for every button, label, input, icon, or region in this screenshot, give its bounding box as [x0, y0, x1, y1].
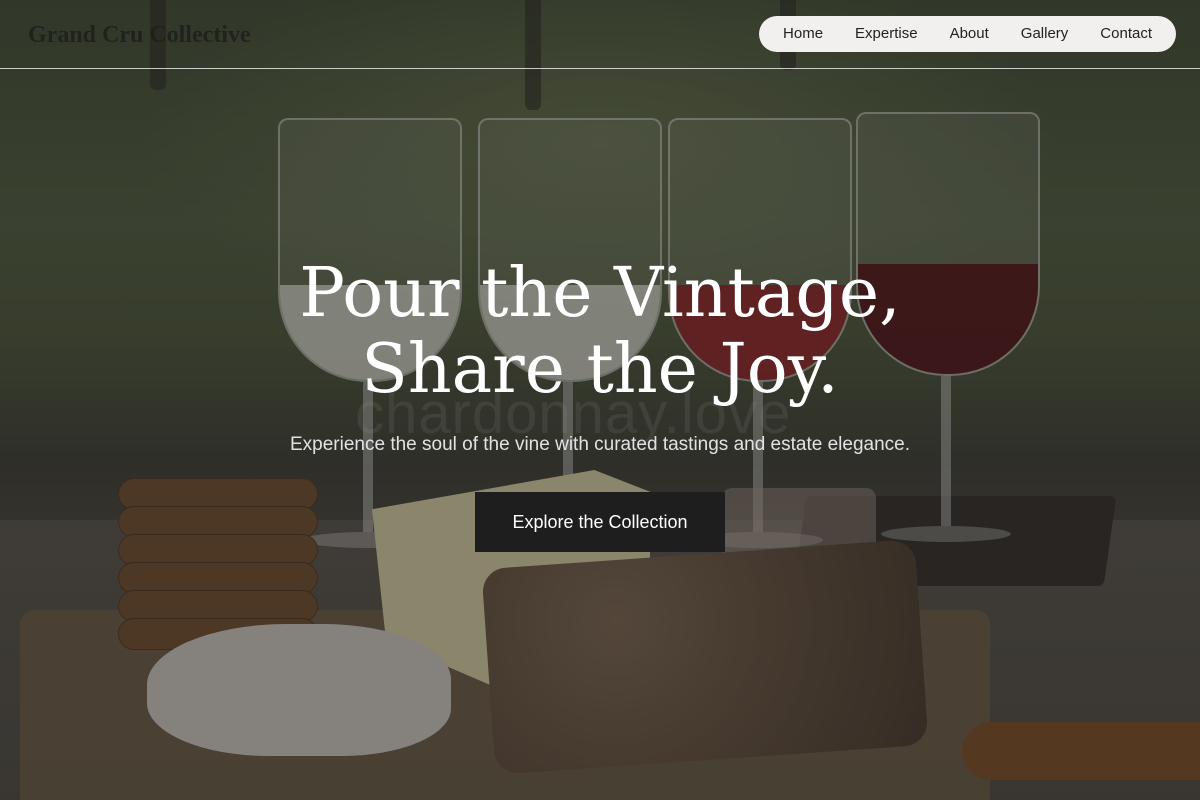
- hero-subtitle: Experience the soul of the vine with cur…: [289, 434, 910, 455]
- explore-collection-button[interactable]: Explore the Collection: [475, 492, 725, 552]
- nav-link-home[interactable]: Home: [767, 16, 839, 52]
- main-nav: Home Expertise About Gallery Contact: [759, 16, 1176, 52]
- hero-content: Pour the Vintage, Share the Joy. Experie…: [0, 256, 1200, 552]
- nav-link-gallery[interactable]: Gallery: [1005, 16, 1085, 52]
- nav-link-expertise[interactable]: Expertise: [839, 16, 934, 52]
- hero-title: Pour the Vintage, Share the Joy.: [299, 254, 901, 409]
- site-logo[interactable]: Grand Cru Collective: [28, 22, 251, 49]
- site-header: Grand Cru Collective Home Expertise Abou…: [0, 0, 1200, 69]
- nav-link-about[interactable]: About: [934, 16, 1005, 52]
- nav-link-contact[interactable]: Contact: [1084, 16, 1168, 52]
